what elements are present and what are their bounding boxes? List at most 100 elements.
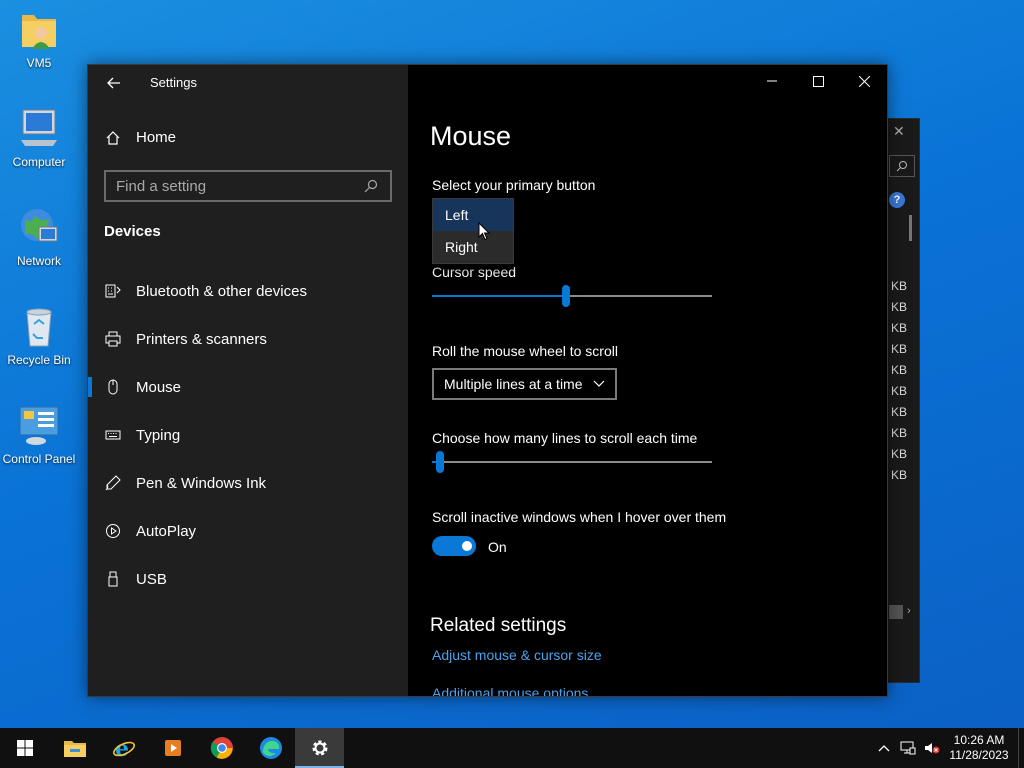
scrollbar[interactable] (909, 215, 912, 241)
desktop-icon-recycle-bin[interactable]: Recycle Bin (0, 303, 78, 367)
file-size-unit: KB (891, 405, 908, 419)
network-globe-icon (16, 204, 62, 250)
desktop-icon-network[interactable]: Network (0, 204, 78, 268)
chrome-icon (210, 737, 233, 759)
toggle-knob (462, 541, 472, 551)
chrome-button[interactable] (197, 728, 246, 768)
horizontal-scroll-thumb[interactable] (889, 605, 903, 619)
file-size-unit: KB (891, 321, 908, 335)
dropdown-option-left[interactable]: Left (433, 199, 513, 231)
sidebar-item-usb[interactable]: USB (88, 559, 408, 599)
cursor-speed-fill (432, 295, 566, 297)
primary-button-label: Select your primary button (432, 177, 596, 193)
sidebar-item-label: USB (136, 570, 167, 588)
sidebar-item-typing[interactable]: Typing (88, 415, 408, 455)
file-size-unit: KB (891, 447, 908, 461)
file-size-unit: KB (891, 468, 908, 482)
sidebar-item-label: Bluetooth & other devices (136, 282, 307, 300)
desktop-icon-computer[interactable]: Computer (0, 105, 78, 169)
search-input[interactable] (116, 177, 364, 195)
section-title: Devices (104, 223, 161, 240)
clock[interactable]: 10:26 AM 11/28/2023 (944, 733, 1014, 763)
scroll-mode-select[interactable]: Multiple lines at a time (432, 368, 617, 400)
page-title: Mouse (430, 121, 512, 151)
clock-time: 10:26 AM (953, 733, 1005, 747)
chevron-down-icon (593, 380, 605, 387)
search-box[interactable] (104, 170, 392, 202)
close-icon[interactable]: ✕ (893, 123, 905, 140)
pen-icon (105, 475, 121, 491)
inactive-scroll-toggle[interactable] (432, 536, 476, 556)
back-arrow-icon[interactable] (104, 73, 124, 93)
network-icon[interactable] (896, 741, 920, 755)
related-settings-title: Related settings (430, 615, 567, 636)
toggle-state-label: On (488, 539, 507, 555)
cursor-speed-slider-thumb[interactable] (562, 285, 570, 307)
scroll-mode-value: Multiple lines at a time (444, 376, 583, 392)
file-size-unit: KB (891, 426, 908, 440)
folder-icon (63, 741, 86, 757)
scroll-lines-slider-thumb[interactable] (436, 451, 444, 473)
recycle-bin-icon (16, 303, 62, 349)
autoplay-icon (105, 523, 121, 539)
sidebar-item-autoplay[interactable]: AutoPlay (88, 511, 408, 551)
sidebar: Settings Home Devices Bluetooth & other … (88, 65, 408, 696)
settings-taskbar-button[interactable] (295, 728, 344, 768)
help-icon[interactable]: ? (889, 192, 905, 208)
taskbar: e 10:26 AM 11/28/2023 (0, 728, 1024, 768)
user-folder-icon (16, 6, 62, 52)
system-tray: 10:26 AM 11/28/2023 (872, 728, 1024, 768)
sidebar-item-label: Mouse (136, 378, 182, 396)
desktop-icon-vm5[interactable]: VM5 (0, 6, 78, 70)
scroll-lines-label: Choose how many lines to scroll each tim… (432, 430, 698, 446)
chevron-up-icon[interactable] (872, 744, 896, 752)
windows-logo-icon (16, 740, 33, 756)
desktop-icon-label: Computer (12, 155, 66, 169)
computer-icon (16, 105, 62, 151)
volume-muted-icon[interactable] (920, 741, 944, 755)
sidebar-item-label: AutoPlay (136, 522, 197, 540)
show-desktop-button[interactable] (1018, 728, 1024, 768)
sidebar-item-mouse[interactable]: Mouse (88, 367, 408, 407)
clock-date: 11/28/2023 (949, 748, 1009, 762)
media-player-button[interactable] (148, 728, 197, 768)
additional-mouse-options-link[interactable]: Additional mouse options (432, 685, 588, 696)
mouse-icon (105, 379, 121, 395)
start-button[interactable] (0, 728, 49, 768)
usb-icon (105, 571, 121, 587)
file-size-unit: KB (891, 300, 908, 314)
internet-explorer-button[interactable]: e (99, 728, 148, 768)
chevron-right-icon[interactable]: › (907, 605, 911, 617)
file-explorer-button[interactable] (50, 728, 99, 768)
media-player-icon (164, 740, 181, 756)
search-icon[interactable] (889, 155, 915, 177)
file-size-unit: KB (891, 342, 908, 356)
content-pane: Mouse Select your primary button Cursor … (408, 65, 887, 696)
file-size-unit: KB (891, 363, 908, 377)
desktop-icon-label: VM5 (26, 56, 52, 70)
scroll-mode-label: Roll the mouse wheel to scroll (432, 343, 618, 359)
sidebar-item-pen[interactable]: Pen & Windows Ink (88, 463, 408, 503)
scroll-lines-track[interactable] (432, 461, 712, 463)
primary-button-dropdown[interactable]: Left Right (432, 198, 514, 264)
search-icon[interactable] (364, 179, 380, 193)
file-size-unit: KB (891, 384, 908, 398)
control-panel-icon (16, 402, 62, 448)
sidebar-item-label: Typing (136, 426, 181, 444)
keyboard-icon (105, 427, 121, 443)
internet-explorer-icon: e (112, 736, 135, 760)
file-size-unit: KB (891, 279, 908, 293)
window-title: Settings (150, 75, 197, 90)
printer-icon (105, 331, 121, 347)
sidebar-item-printers[interactable]: Printers & scanners (88, 319, 408, 359)
edge-button[interactable] (246, 728, 295, 768)
desktop-icon-label: Recycle Bin (7, 353, 71, 367)
dropdown-option-right[interactable]: Right (433, 231, 513, 263)
gear-icon (312, 740, 327, 756)
home-link[interactable]: Home (105, 129, 176, 146)
desktop-icon-control-panel[interactable]: Control Panel (0, 402, 78, 466)
home-label: Home (136, 129, 177, 146)
sidebar-item-bluetooth[interactable]: Bluetooth & other devices (88, 271, 408, 311)
mouse-pointer-icon (478, 221, 491, 246)
adjust-cursor-size-link[interactable]: Adjust mouse & cursor size (432, 647, 602, 663)
